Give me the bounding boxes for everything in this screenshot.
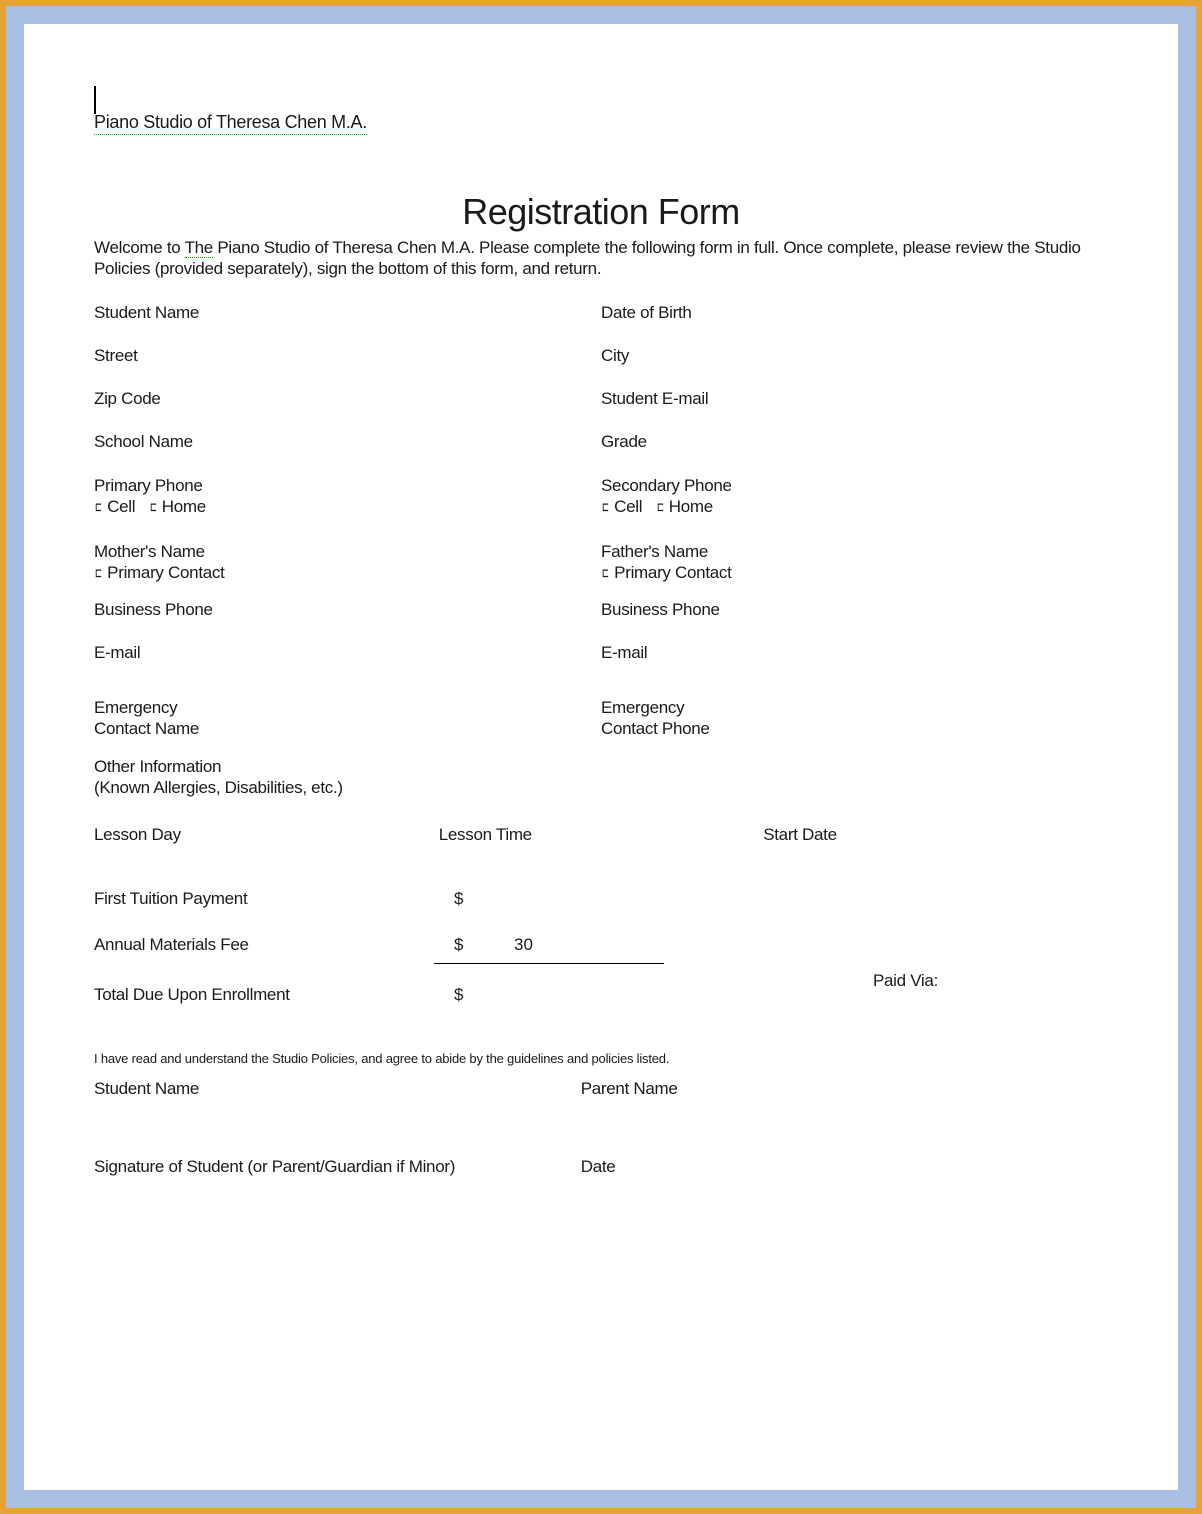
payment-divider <box>434 963 664 964</box>
checkbox-icon: ⊏ <box>95 566 101 585</box>
label-emergency-name-1: Emergency <box>94 697 601 718</box>
dollar-sign-3: $ <box>454 985 514 1005</box>
opt-primary-contact-f: Primary Contact <box>614 563 731 582</box>
payment-section: First Tuition Payment $ Annual Materials… <box>94 889 1108 1005</box>
agreement-text: I have read and understand the Studio Po… <box>94 1051 1108 1066</box>
label-other-info-1: Other Information <box>94 756 601 777</box>
checkbox-icon: ⊏ <box>602 566 608 585</box>
annual-fee-amount: 30 <box>514 935 614 955</box>
label-start-date: Start Date <box>763 824 1108 845</box>
opt-cell: Cell <box>107 497 135 516</box>
label-annual-fee: Annual Materials Fee <box>94 935 454 955</box>
label-other-info-2: (Known Allergies, Disabilities, etc.) <box>94 777 601 798</box>
label-student-name: Student Name <box>94 302 601 323</box>
opt-home-2: Home <box>669 497 713 516</box>
label-emergency-phone-1: Emergency <box>601 697 1108 718</box>
document-frame: Piano Studio of Theresa Chen M.A. Regist… <box>6 6 1196 1508</box>
label-primary-phone: Primary Phone <box>94 475 601 496</box>
intro-rest: Piano Studio of Theresa Chen M.A. Please… <box>94 238 1081 278</box>
label-sig-student-name: Student Name <box>94 1078 581 1099</box>
label-mothers-name: Mother's Name <box>94 541 601 562</box>
dollar-sign-2: $ <box>454 935 514 955</box>
label-secondary-phone: Secondary Phone <box>601 475 1108 496</box>
label-paid-via: Paid Via: <box>873 971 938 991</box>
opt-cell-2: Cell <box>614 497 642 516</box>
label-dob: Date of Birth <box>601 302 1108 323</box>
label-emergency-phone-2: Contact Phone <box>601 718 1108 739</box>
document-page: Piano Studio of Theresa Chen M.A. Regist… <box>24 24 1178 1490</box>
intro-underline: The <box>185 238 213 258</box>
father-primary-contact: ⊏ Primary Contact <box>601 562 1108 585</box>
label-emergency-name-2: Contact Name <box>94 718 601 739</box>
opt-primary-contact-m: Primary Contact <box>107 563 224 582</box>
label-signature-line: Signature of Student (or Parent/Guardian… <box>94 1156 581 1177</box>
label-first-tuition: First Tuition Payment <box>94 889 454 909</box>
intro-paragraph: Welcome to The Piano Studio of Theresa C… <box>94 237 1108 280</box>
label-email-left: E-mail <box>94 642 601 663</box>
intro-prefix: Welcome to <box>94 238 185 257</box>
label-lesson-time: Lesson Time <box>439 824 763 845</box>
label-total-due: Total Due Upon Enrollment <box>94 985 454 1005</box>
form-title: Registration Form <box>94 191 1108 233</box>
label-business-phone-left: Business Phone <box>94 599 601 620</box>
label-fathers-name: Father's Name <box>601 541 1108 562</box>
label-student-email: Student E-mail <box>601 388 1108 409</box>
studio-name-heading: Piano Studio of Theresa Chen M.A. <box>94 112 367 135</box>
label-street: Street <box>94 345 601 366</box>
checkbox-icon: ⊏ <box>602 500 608 519</box>
label-sig-parent-name: Parent Name <box>581 1078 1108 1099</box>
primary-phone-options: ⊏ Cell ⊏ Home <box>94 496 601 519</box>
label-business-phone-right: Business Phone <box>601 599 1108 620</box>
mother-primary-contact: ⊏ Primary Contact <box>94 562 601 585</box>
label-grade: Grade <box>601 431 1108 452</box>
dollar-sign-1: $ <box>454 889 514 909</box>
label-zip: Zip Code <box>94 388 601 409</box>
checkbox-icon: ⊏ <box>150 500 156 519</box>
label-school-name: School Name <box>94 431 601 452</box>
label-lesson-day: Lesson Day <box>94 824 439 845</box>
text-cursor <box>94 86 96 114</box>
checkbox-icon: ⊏ <box>95 500 101 519</box>
label-city: City <box>601 345 1108 366</box>
checkbox-icon: ⊏ <box>657 500 663 519</box>
secondary-phone-options: ⊏ Cell ⊏ Home <box>601 496 1108 519</box>
label-email-right: E-mail <box>601 642 1108 663</box>
label-date: Date <box>581 1156 1108 1177</box>
opt-home: Home <box>162 497 206 516</box>
